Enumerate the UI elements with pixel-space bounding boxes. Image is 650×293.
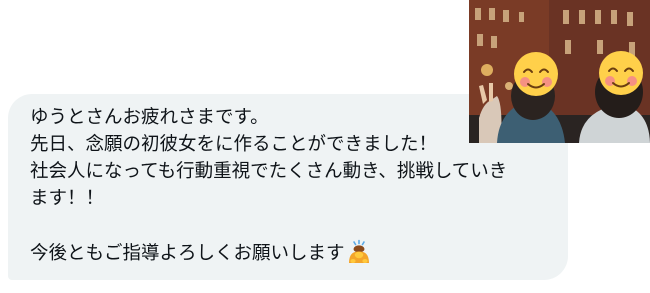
message-line-4: ます！！ <box>30 188 105 209</box>
face-sticker-right <box>599 51 643 95</box>
attached-photo[interactable] <box>469 0 650 143</box>
message-line-6: 今後ともご指導よろしくお願いします <box>30 239 552 267</box>
person-bowing-emoji <box>346 239 372 265</box>
message-line-3: 社会人になっても行動重視でたくさん動き、挑戦していき <box>30 161 508 182</box>
message-line-6-text: 今後ともご指導よろしくお願いします <box>30 243 345 264</box>
face-sticker-left <box>514 52 558 96</box>
